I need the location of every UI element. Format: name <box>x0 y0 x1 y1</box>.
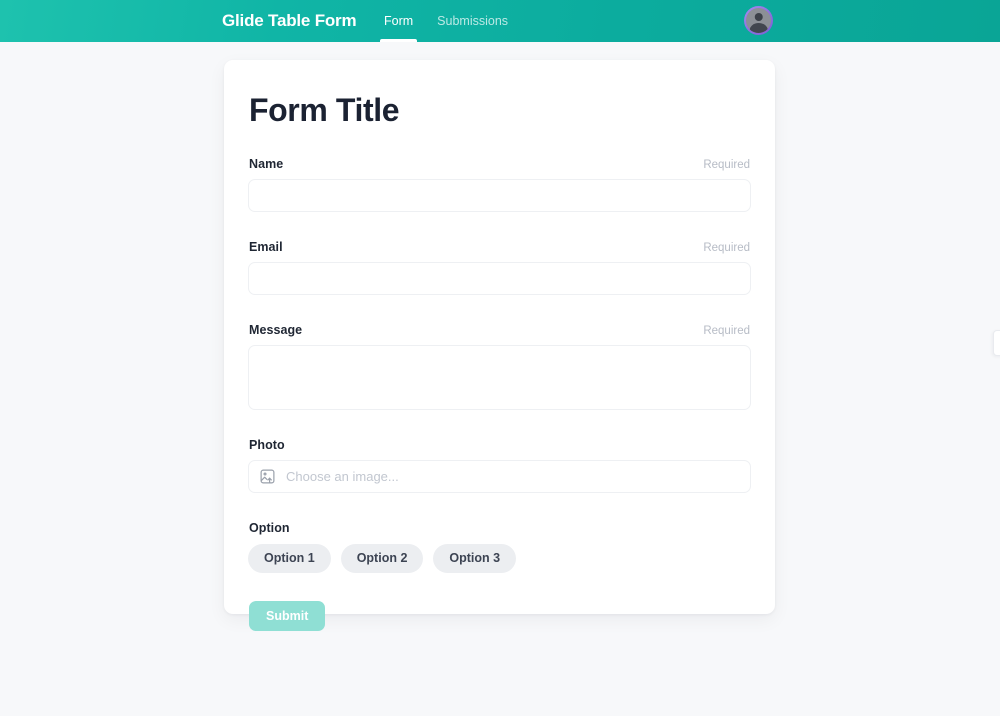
field-message-header: Message Required <box>248 323 751 345</box>
tab-submissions[interactable]: Submissions <box>425 0 520 42</box>
field-name-header: Name Required <box>248 157 751 179</box>
app-brand-title: Glide Table Form <box>222 11 357 30</box>
message-textarea[interactable] <box>248 344 751 410</box>
header-nav-tabs: Form Submissions <box>372 0 520 42</box>
name-input[interactable] <box>248 178 751 212</box>
option-2-button[interactable]: Option 2 <box>340 543 424 573</box>
submit-button[interactable]: Submit <box>249 600 326 631</box>
offscreen-edge-widget[interactable] <box>993 330 1000 356</box>
field-option-header: Option <box>248 521 751 543</box>
field-name-label: Name <box>249 156 284 171</box>
tab-form[interactable]: Form <box>372 0 425 42</box>
image-upload-icon <box>259 468 276 485</box>
field-email-required-badge: Required <box>703 241 750 254</box>
field-email: Email Required <box>248 240 751 295</box>
field-photo-header: Photo <box>248 438 751 460</box>
field-message-label: Message <box>249 322 303 337</box>
field-message: Message Required <box>248 323 751 410</box>
field-name: Name Required <box>248 157 751 212</box>
option-choice-group: Option 1 Option 2 Option 3 <box>248 543 751 573</box>
app-header: Glide Table Form Form Submissions <box>0 0 1000 42</box>
field-email-header: Email Required <box>248 240 751 262</box>
option-3-button[interactable]: Option 3 <box>433 543 517 573</box>
field-name-required-badge: Required <box>703 158 750 171</box>
avatar-head-shape <box>754 12 763 21</box>
field-photo: Photo Choose an image... <box>248 438 751 493</box>
field-option: Option Option 1 Option 2 Option 3 <box>248 521 751 573</box>
tab-form-label: Form <box>384 14 414 28</box>
submit-row: Submit <box>248 600 751 631</box>
field-option-label: Option <box>249 520 290 535</box>
avatar-body-shape <box>749 23 768 33</box>
field-message-required-badge: Required <box>703 324 750 337</box>
form-card: Form Title Name Required Email Required … <box>224 60 775 631</box>
field-photo-label: Photo <box>249 437 285 452</box>
tab-submissions-label: Submissions <box>437 14 509 28</box>
photo-picker[interactable]: Choose an image... <box>248 459 751 493</box>
email-input[interactable] <box>248 261 751 295</box>
avatar-image <box>746 8 771 33</box>
field-email-label: Email <box>249 239 283 254</box>
photo-placeholder-text: Choose an image... <box>286 468 399 484</box>
page-title: Form Title <box>249 92 400 128</box>
avatar[interactable] <box>744 6 773 35</box>
option-1-button[interactable]: Option 1 <box>248 543 331 573</box>
